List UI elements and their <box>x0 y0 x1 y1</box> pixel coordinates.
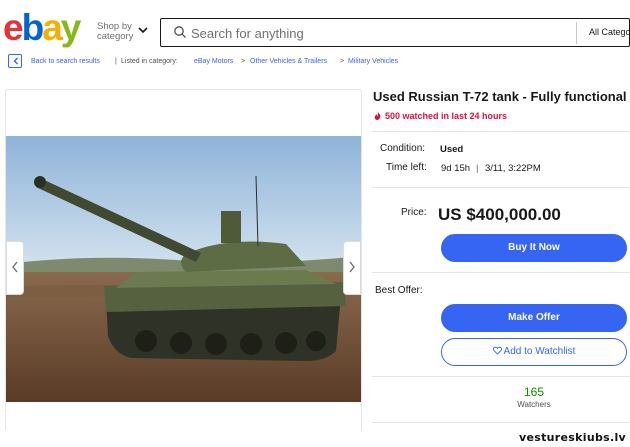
breadcrumb: Back to search results | Listed in categ… <box>8 54 630 70</box>
back-button[interactable] <box>8 54 22 68</box>
watchers-label: Watchers <box>517 400 551 409</box>
logo-letter-y: y <box>60 7 82 48</box>
watchers-count: 165 <box>523 385 545 399</box>
logo-letter-b: b <box>21 7 45 48</box>
divider <box>372 187 630 188</box>
best-offer-label: Best Offer: <box>375 285 423 296</box>
price-label: Price: <box>401 207 427 218</box>
condition-value: Used <box>440 144 464 155</box>
search-icon <box>174 26 186 38</box>
add-to-watchlist-label: Add to Watchlist <box>503 346 576 357</box>
time-left-end: 3/11, 3:22PM <box>485 163 541 174</box>
listing-title: Used Russian T-72 tank - Fully functiona… <box>373 89 627 104</box>
time-left-label: Time left: <box>386 162 427 173</box>
condition-label: Condition: <box>380 143 426 154</box>
watched-badge: 500 watched in last 24 hours <box>373 111 507 121</box>
watermark-text: vestureskiubs.lv <box>519 431 626 444</box>
crumb-military-vehicles[interactable]: Military Vehicles <box>348 58 398 65</box>
divider <box>372 131 630 132</box>
price-value: US $400,000.00 <box>438 205 561 224</box>
search-divider <box>576 22 577 44</box>
heart-icon <box>492 346 502 355</box>
chevron-right-icon <box>349 261 355 273</box>
divider <box>372 272 630 273</box>
logo-letter-e: e <box>3 7 24 48</box>
time-left-value: 9d 15h <box>441 163 471 174</box>
previous-image-button[interactable] <box>6 241 24 295</box>
image-gallery <box>5 89 362 439</box>
back-to-results-link[interactable]: Back to search results <box>31 58 100 65</box>
watched-text: 500 watched in last 24 hours <box>385 111 508 121</box>
logo-letter-a: a <box>42 7 63 48</box>
crumb-divider: | <box>115 58 117 65</box>
next-image-button[interactable] <box>343 241 361 295</box>
add-to-watchlist-button[interactable]: Add to Watchlist <box>441 338 627 366</box>
divider <box>372 422 630 423</box>
chevron-left-icon <box>12 261 18 273</box>
listed-in-label: Listed in category: <box>121 58 178 65</box>
all-categories-select[interactable]: All Catego <box>589 27 630 37</box>
crumb-separator: > <box>340 58 345 65</box>
crumb-other-vehicles[interactable]: Other Vehicles & Trailers <box>250 58 327 65</box>
crumb-ebay-motors[interactable]: eBay Motors <box>194 58 233 65</box>
time-left-separator: | <box>476 163 479 174</box>
buy-it-now-button[interactable]: Buy It Now <box>441 234 627 262</box>
crumb-separator: > <box>241 58 246 65</box>
ebay-logo[interactable]: ebay <box>3 7 82 48</box>
listing-photo[interactable] <box>6 136 361 402</box>
header: ebay Shop by category All Catego <box>0 0 630 50</box>
search-input[interactable] <box>191 23 571 43</box>
search-bar: All Catego <box>160 18 630 47</box>
make-offer-button[interactable]: Make Offer <box>441 304 627 332</box>
tank-image <box>6 136 361 402</box>
shop-by-category-button[interactable]: Shop by category <box>97 22 133 42</box>
chevron-down-icon[interactable] <box>138 25 148 35</box>
divider <box>372 376 630 377</box>
fire-icon <box>374 111 381 120</box>
shop-by-line2: category <box>97 31 134 42</box>
chevron-left-icon <box>13 57 18 65</box>
